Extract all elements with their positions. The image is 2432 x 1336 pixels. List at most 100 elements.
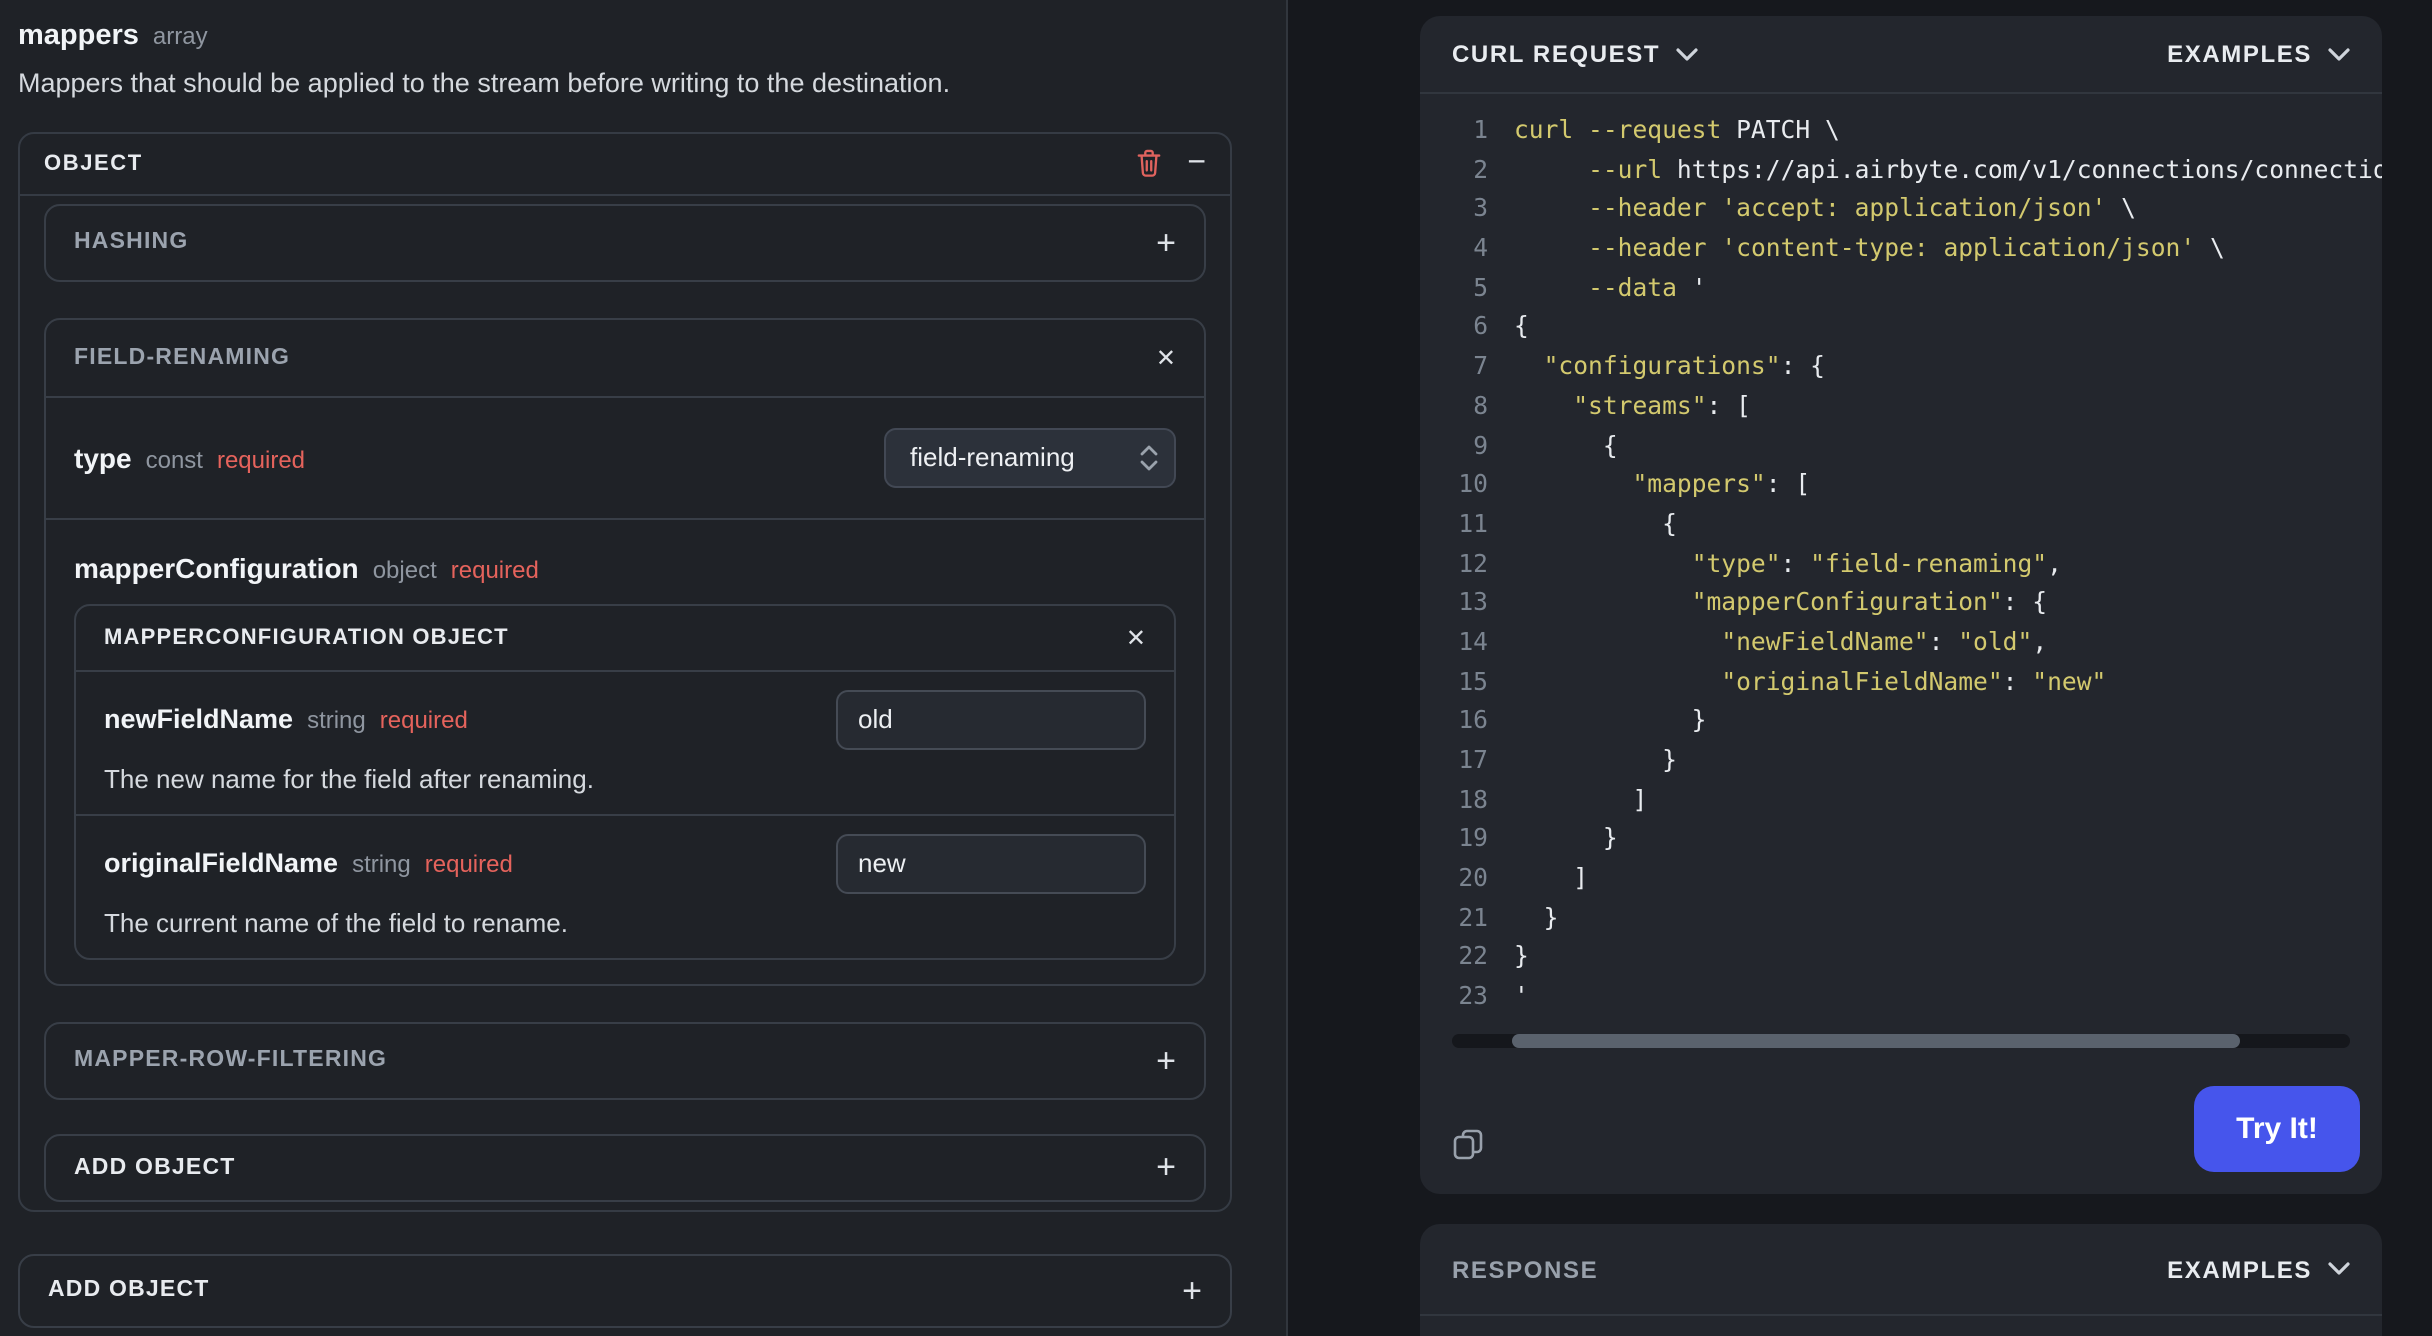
curl-request-dropdown[interactable]: CURL REQUEST	[1452, 40, 1698, 68]
code-line: 15 "originalFieldName": "new"	[1420, 663, 2382, 702]
add-object-outer-plus-icon[interactable]: +	[1182, 1274, 1202, 1308]
code-text: ]	[1514, 781, 1647, 820]
line-number: 15	[1458, 667, 1488, 696]
copy-code-button[interactable]	[1452, 1128, 1484, 1160]
code-token: :	[1780, 549, 1811, 578]
field-description: Mappers that should be applied to the st…	[18, 68, 951, 98]
section-hashing-label: HASHING	[74, 230, 189, 255]
code-token: "streams"	[1573, 391, 1707, 420]
scrollbar-thumb[interactable]	[1512, 1034, 2240, 1048]
code-text: {	[1514, 506, 1677, 545]
collapse-object-button[interactable]: −	[1187, 147, 1206, 180]
line-number: 19	[1458, 824, 1488, 853]
code-token: "mapperConfiguration"	[1691, 588, 2003, 617]
original-field-name-row: originalFieldName string required The cu…	[76, 813, 1174, 958]
mapper-configuration-panel-header: MAPPERCONFIGURATION OBJECT ✕	[76, 606, 1174, 672]
curl-request-panel: CURL REQUEST EXAMPLES 1 curl --request PA…	[1420, 16, 2382, 1194]
code-token: :	[1928, 627, 1959, 656]
code-text: }	[1514, 703, 1707, 742]
line-number: 4	[1473, 234, 1488, 263]
code-line: 18 ]	[1420, 781, 2382, 820]
section-hashing[interactable]: HASHING +	[44, 203, 1206, 282]
add-object-inner-plus-icon[interactable]: +	[1156, 1151, 1176, 1185]
close-mapper-configuration-icon[interactable]: ✕	[1126, 626, 1146, 650]
object-panel-header: OBJECT −	[20, 134, 1230, 196]
delete-object-button[interactable]	[1135, 149, 1161, 179]
add-object-button-inner[interactable]: ADD OBJECT +	[44, 1133, 1206, 1202]
code-token: PATCH \	[1721, 116, 1840, 144]
add-object-outer-label: ADD OBJECT	[48, 1278, 210, 1303]
code-token: {	[1514, 312, 1529, 341]
chevron-down-icon	[1676, 47, 1698, 60]
original-field-name-input[interactable]	[836, 833, 1146, 894]
page: mappers array Mappers that should be app…	[0, 0, 2432, 1336]
code-text: curl --request PATCH \	[1514, 112, 1840, 151]
response-examples-dropdown[interactable]: EXAMPLES	[2167, 1255, 2350, 1283]
code-line: 23 '	[1420, 978, 2382, 1017]
code-text: "newFieldName": "old",	[1514, 624, 2047, 663]
code-editor[interactable]: 1 curl --request PATCH \ 2 --url https://a…	[1420, 94, 2382, 1018]
code-line: 8 "streams": [	[1420, 388, 2382, 427]
type-param-name: type	[74, 441, 132, 474]
line-number: 9	[1473, 431, 1488, 459]
code-line: 2 --url https://api.airbyte.com/v1/conne…	[1420, 151, 2382, 190]
curl-request-header: CURL REQUEST EXAMPLES	[1420, 16, 2382, 94]
line-number: 6	[1473, 312, 1488, 341]
type-select[interactable]: field-renaming	[884, 427, 1176, 488]
code-line: 13 "mapperConfiguration": {	[1420, 585, 2382, 624]
code-line: 21 }	[1420, 900, 2382, 939]
code-token: \	[2106, 194, 2136, 223]
code-line: 20 ]	[1420, 860, 2382, 899]
line-number: 1	[1473, 116, 1488, 144]
add-object-button-outer[interactable]: ADD OBJECT +	[18, 1253, 1232, 1328]
examples-dropdown[interactable]: EXAMPLES	[2167, 40, 2350, 68]
code-line: 9 {	[1420, 427, 2382, 466]
new-field-name-row: newFieldName string required The new nam…	[76, 672, 1174, 814]
code-token: https://api.airbyte.com/v1/connections/c…	[1662, 155, 2382, 184]
line-number: 23	[1458, 982, 1488, 1011]
field-header: mappers array	[18, 20, 1232, 52]
new-field-name-input[interactable]	[836, 689, 1146, 750]
field-renaming-header[interactable]: FIELD-RENAMING ✕	[46, 320, 1204, 398]
copy-icon	[1453, 1129, 1483, 1160]
section-mapper-row-filtering[interactable]: MAPPER-ROW-FILTERING +	[44, 1021, 1206, 1100]
line-number: 20	[1458, 864, 1488, 893]
code-text: --url https://api.airbyte.com/v1/connect…	[1514, 151, 2382, 190]
line-number: 8	[1473, 391, 1488, 420]
horizontal-scrollbar[interactable]	[1452, 1034, 2350, 1048]
try-it-button[interactable]: Try It!	[2194, 1086, 2360, 1172]
code-text: }	[1514, 821, 1618, 860]
code-line: 1 curl --request PATCH \	[1420, 112, 2382, 151]
code-token: --url	[1588, 155, 1663, 184]
examples-label: EXAMPLES	[2167, 40, 2312, 68]
expand-hashing-icon[interactable]: +	[1156, 226, 1176, 260]
code-text: --header 'content-type: application/json…	[1514, 230, 2225, 269]
line-number: 3	[1473, 194, 1488, 223]
code-token: : {	[1780, 352, 1825, 381]
schema-content: mappers array Mappers that should be app…	[18, 20, 1232, 1328]
section-field-renaming: FIELD-RENAMING ✕ type const required fie…	[44, 317, 1206, 986]
mapper-configuration-row: mapperConfiguration object required	[46, 520, 1204, 584]
code-text: ]	[1514, 860, 1588, 899]
schema-pane: mappers array Mappers that should be app…	[0, 0, 1288, 1336]
code-text: }	[1514, 742, 1677, 781]
mapper-row-filtering-label: MAPPER-ROW-FILTERING	[74, 1048, 388, 1073]
chevron-down-icon	[2328, 47, 2350, 60]
new-field-name-description: The new name for the field after renamin…	[104, 763, 594, 794]
line-number: 22	[1458, 942, 1488, 971]
code-line: 12 "type": "field-renaming",	[1420, 545, 2382, 584]
field-type-badge: array	[152, 22, 208, 50]
code-token: "type"	[1691, 549, 1781, 578]
expand-mapper-row-filtering-icon[interactable]: +	[1156, 1044, 1176, 1078]
code-token: "new"	[2032, 667, 2107, 696]
field-renaming-body: type const required field-renaming mappe…	[46, 398, 1204, 960]
code-token: 'accept: application/json'	[1721, 194, 2107, 223]
code-text: "originalFieldName": "new"	[1514, 663, 2106, 702]
close-field-renaming-icon[interactable]: ✕	[1156, 346, 1176, 370]
object-body: HASHING + FIELD-RENAMING ✕ type const re…	[20, 196, 1230, 1210]
